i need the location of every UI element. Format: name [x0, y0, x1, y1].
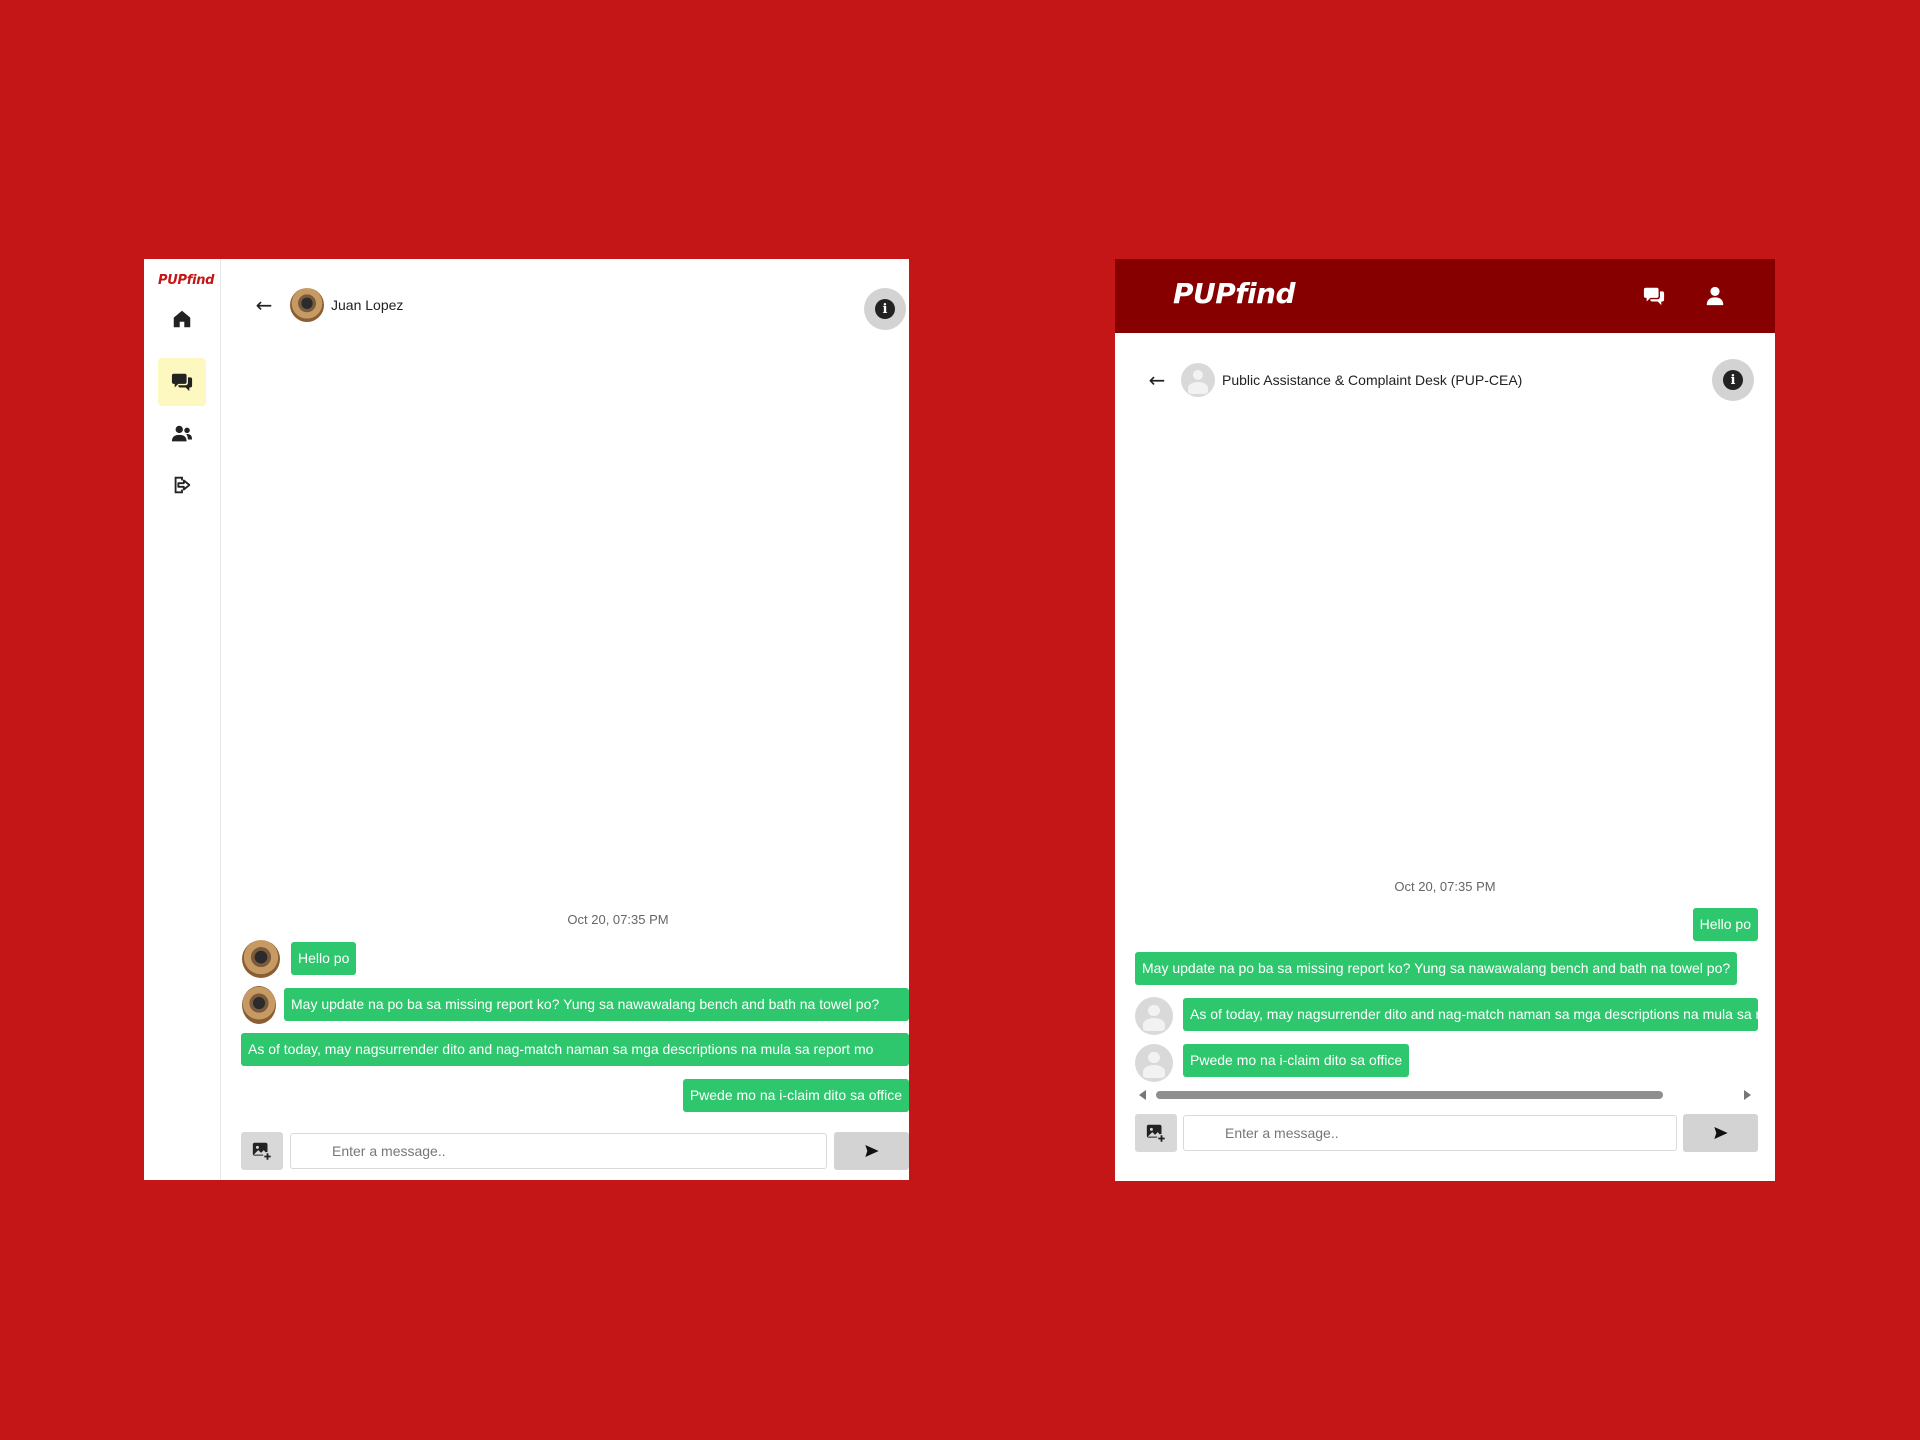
chat-bubbles-icon [1643, 287, 1665, 306]
users-icon [171, 425, 193, 442]
contact-name: Juan Lopez [331, 297, 404, 313]
contact-avatar [1181, 363, 1215, 397]
info-button[interactable]: i [864, 288, 906, 330]
message-bubble: As of today, may nagsurrender dito and n… [241, 1033, 909, 1066]
profile-nav-button[interactable] [1703, 284, 1727, 308]
chat-bubbles-icon [171, 373, 193, 392]
add-photo-icon [252, 1142, 273, 1162]
message-avatar [242, 940, 280, 978]
message-bubble: Pwede mo na i-claim dito sa office [682, 1079, 909, 1112]
message-avatar [1135, 997, 1173, 1035]
home-icon [173, 310, 191, 328]
contact-name: Public Assistance & Complaint Desk (PUP-… [1222, 372, 1523, 388]
user-chat-window: PUPfind ← Public Assistance & Complaint … [1115, 259, 1775, 1181]
scrollbar-thumb[interactable] [1156, 1091, 1663, 1099]
app-logo[interactable]: PUPfind [1173, 277, 1296, 310]
top-navbar: PUPfind [1115, 259, 1775, 333]
sidebar-item-messages[interactable] [158, 358, 206, 406]
chat-header: ← Juan Lopez [252, 288, 403, 322]
logout-icon [174, 476, 191, 494]
messages-nav-button[interactable] [1642, 284, 1666, 308]
send-icon [1713, 1127, 1728, 1139]
attach-image-button[interactable] [1135, 1114, 1177, 1152]
contact-avatar [290, 288, 324, 322]
message-timestamp: Oct 20, 07:35 PM [1394, 879, 1496, 894]
message-avatar [242, 986, 276, 1024]
send-button[interactable] [834, 1132, 909, 1170]
message-bubble: May update na po ba sa missing report ko… [1135, 952, 1738, 985]
user-icon [1706, 286, 1724, 306]
message-bubble: As of today, may nagsurrender dito and n… [1183, 998, 1758, 1031]
add-photo-icon [1146, 1124, 1167, 1144]
admin-chat-window: PUPfind ← Juan Lopez i Oct 20, 07:35 PM … [144, 259, 909, 1180]
sidebar-item-home[interactable] [158, 295, 206, 343]
back-arrow-icon[interactable]: ← [252, 293, 276, 317]
scroll-right-icon[interactable] [1744, 1090, 1751, 1100]
message-timestamp: Oct 20, 07:35 PM [567, 912, 669, 927]
info-icon: i [1723, 370, 1743, 390]
send-button[interactable] [1683, 1114, 1758, 1152]
chat-header: ← Public Assistance & Complaint Desk (PU… [1145, 363, 1522, 397]
message-avatar [1135, 1044, 1173, 1082]
sidebar-item-users[interactable] [158, 410, 206, 458]
sidebar-item-logout[interactable] [158, 461, 206, 509]
horizontal-scrollbar[interactable] [1135, 1088, 1755, 1102]
send-icon [864, 1145, 879, 1157]
message-input[interactable] [1183, 1115, 1677, 1151]
message-bubble: May update na po ba sa missing report ko… [284, 988, 909, 1021]
info-icon: i [875, 299, 895, 319]
message-bubble: Pwede mo na i-claim dito sa office [1183, 1044, 1410, 1077]
message-input[interactable] [290, 1133, 827, 1169]
back-arrow-icon[interactable]: ← [1145, 368, 1169, 392]
sidebar-logo[interactable]: PUPfind [158, 273, 214, 288]
message-bubble: Hello po [291, 942, 357, 975]
sidebar: PUPfind [144, 259, 221, 1180]
info-button[interactable]: i [1712, 359, 1754, 401]
attach-image-button[interactable] [241, 1132, 283, 1170]
message-bubble: Hello po [1692, 908, 1758, 941]
scroll-left-icon[interactable] [1139, 1090, 1146, 1100]
